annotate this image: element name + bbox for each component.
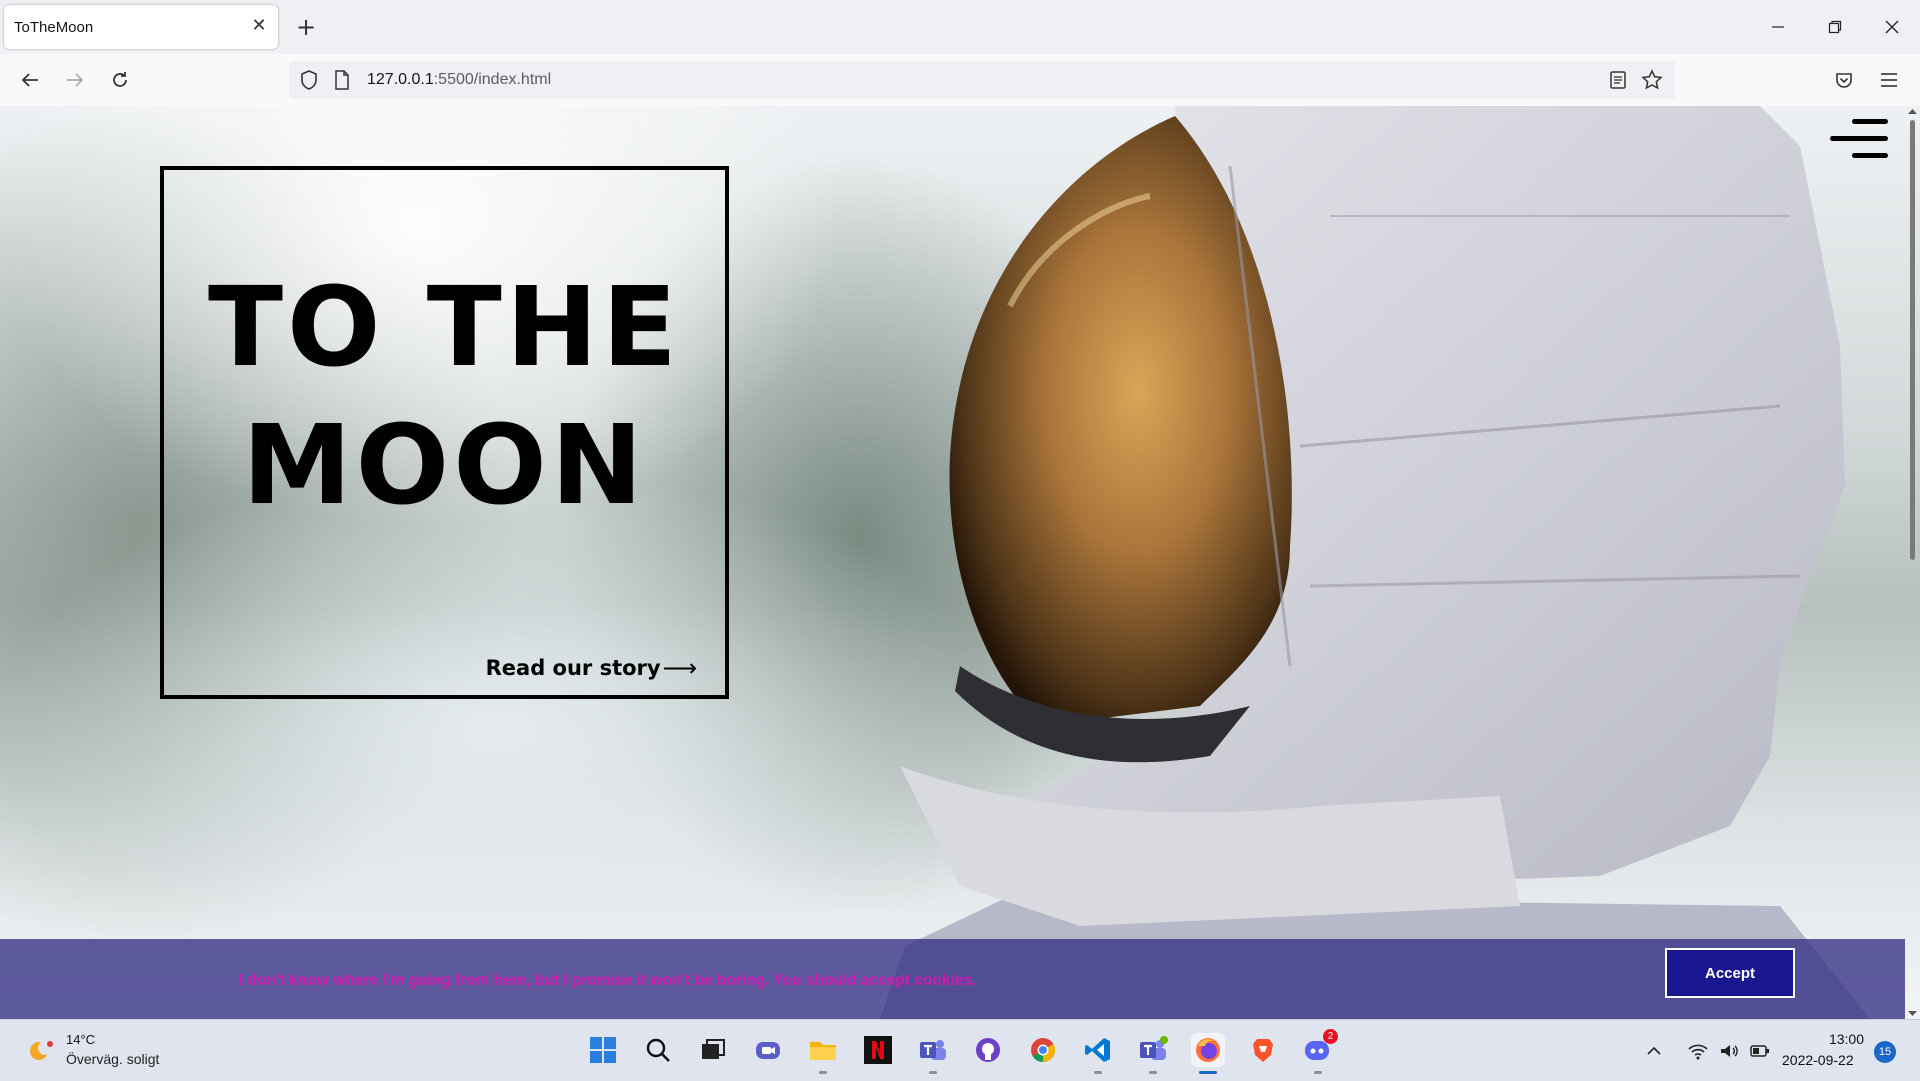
url-bar[interactable]: 127.0.0.1:5500/index.html bbox=[289, 61, 1675, 99]
start-icon[interactable] bbox=[586, 1033, 620, 1067]
notification-count-badge[interactable]: 15 bbox=[1874, 1041, 1896, 1063]
pocket-icon[interactable] bbox=[1828, 64, 1860, 96]
read-our-story-link[interactable]: Read our story ⟶ bbox=[486, 654, 697, 682]
hero-title-frame: TO THE MOON Read our story ⟶ bbox=[160, 166, 729, 699]
brave-icon[interactable] bbox=[1246, 1033, 1280, 1067]
accept-cookies-button[interactable]: Accept bbox=[1665, 948, 1795, 998]
tab-close-icon[interactable]: ✕ bbox=[248, 15, 270, 37]
reader-view-icon[interactable] bbox=[1609, 70, 1627, 94]
system-tray bbox=[1645, 1038, 1771, 1064]
teams-icon[interactable] bbox=[916, 1033, 950, 1074]
page-info-icon[interactable] bbox=[334, 70, 350, 94]
bookmark-star-icon[interactable] bbox=[1641, 69, 1663, 95]
back-icon[interactable] bbox=[14, 64, 46, 96]
restore-icon[interactable] bbox=[1815, 12, 1855, 42]
scrollbar-thumb[interactable] bbox=[1910, 120, 1915, 560]
web-page: TO THE MOON Read our story ⟶ I don't know… bbox=[0, 106, 1920, 1019]
clock-time[interactable]: 13:00 bbox=[1818, 1031, 1864, 1047]
firefox-icon[interactable] bbox=[1191, 1033, 1225, 1074]
file-explorer-icon[interactable] bbox=[806, 1033, 840, 1074]
weather-description: Överväg. soligt bbox=[66, 1051, 160, 1067]
volume-icon[interactable] bbox=[1719, 1042, 1739, 1060]
tab-title: ToTheMoon bbox=[14, 19, 94, 36]
browser-titlebar: ToTheMoon ✕ + bbox=[0, 0, 1920, 54]
read-our-story-label: Read our story bbox=[485, 656, 661, 680]
browser-navbar: 127.0.0.1:5500/index.html bbox=[0, 54, 1920, 107]
clock-date[interactable]: 2022-09-22 bbox=[1782, 1052, 1854, 1068]
vscode-icon[interactable] bbox=[1081, 1033, 1115, 1074]
taskbar: 14°C Överväg. soligt 2 13:00 2022-09-22 … bbox=[0, 1019, 1920, 1081]
new-tab-icon[interactable]: + bbox=[292, 13, 320, 41]
hero-title: TO THE MOON bbox=[207, 263, 682, 529]
minimize-icon[interactable] bbox=[1758, 12, 1798, 42]
netflix-icon[interactable] bbox=[861, 1033, 895, 1067]
browser-tab[interactable]: ToTheMoon ✕ bbox=[4, 5, 278, 49]
menu-hamburger-icon[interactable] bbox=[1828, 112, 1890, 162]
discord-badge: 2 bbox=[1323, 1029, 1338, 1044]
cookie-message: I don't know where I'm going from here, … bbox=[239, 972, 977, 989]
cookie-banner: I don't know where I'm going from here, … bbox=[0, 939, 1905, 1019]
url-text[interactable]: 127.0.0.1:5500/index.html bbox=[367, 71, 551, 89]
reload-icon[interactable] bbox=[104, 64, 136, 96]
page-scrollbar[interactable] bbox=[1905, 106, 1920, 1019]
github-icon[interactable] bbox=[971, 1033, 1005, 1067]
discord-icon[interactable]: 2 bbox=[1301, 1029, 1338, 1074]
forward-icon[interactable] bbox=[59, 64, 91, 96]
chrome-icon[interactable] bbox=[1026, 1033, 1060, 1067]
chevron-up-icon[interactable] bbox=[1645, 1042, 1663, 1060]
app-menu-icon[interactable] bbox=[1873, 64, 1905, 96]
arrow-right-icon: ⟶ bbox=[662, 654, 697, 682]
chat-icon[interactable] bbox=[751, 1033, 785, 1067]
weather-temperature: 14°C bbox=[66, 1032, 96, 1047]
weather-icon[interactable] bbox=[26, 1036, 56, 1066]
wifi-icon[interactable] bbox=[1687, 1042, 1709, 1060]
teams-work-icon[interactable] bbox=[1136, 1033, 1170, 1074]
tracking-shield-icon[interactable] bbox=[299, 69, 319, 95]
search-icon[interactable] bbox=[641, 1033, 675, 1067]
close-window-icon[interactable] bbox=[1872, 12, 1912, 42]
battery-icon[interactable] bbox=[1749, 1042, 1771, 1060]
task-view-icon[interactable] bbox=[696, 1033, 730, 1067]
scroll-up-icon[interactable] bbox=[1905, 106, 1920, 116]
scroll-down-icon[interactable] bbox=[1905, 1009, 1920, 1019]
